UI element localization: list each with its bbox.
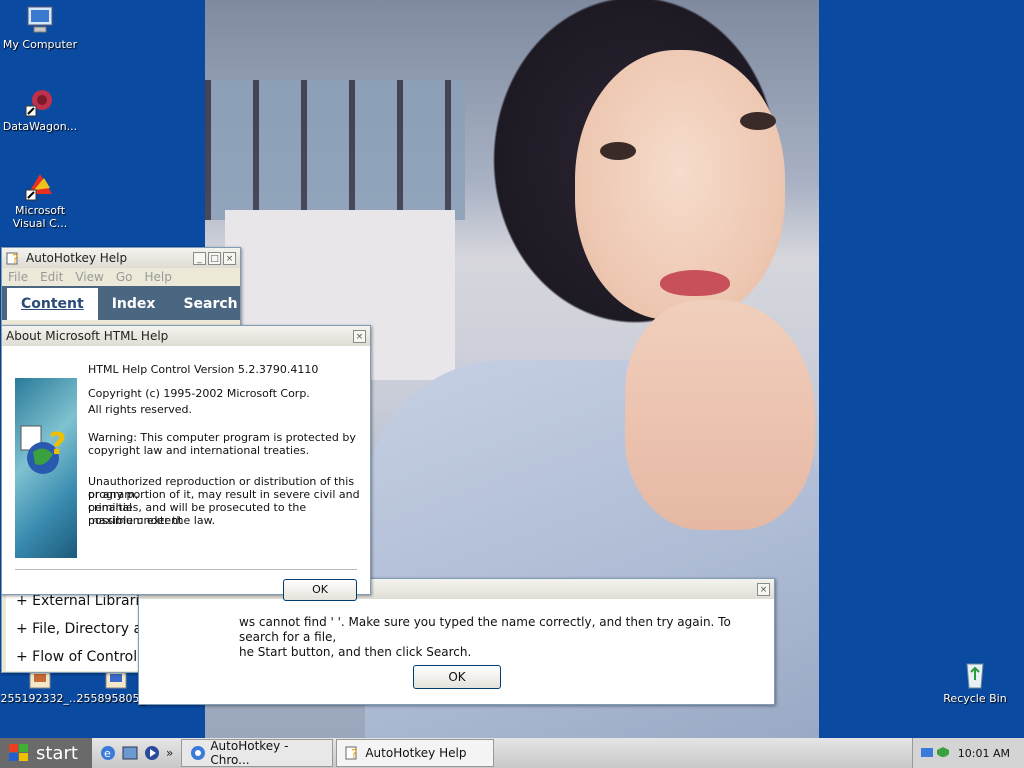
desktop-icon-label: Microsoft Visual C... [12,204,68,230]
desktop-icon-label: 255192332_... [0,692,80,705]
svg-text:e: e [104,747,111,760]
visual-studio-icon [24,170,56,202]
tab-content[interactable]: Content [7,288,98,320]
desktop-icon-datawagon[interactable]: DataWagon... [0,86,80,133]
system-tray: 10:01 AM [912,738,1024,768]
close-icon[interactable]: × [353,329,366,343]
network-icon[interactable] [920,746,934,760]
ahk-titlebar[interactable]: ? AutoHotkey Help _ □ × [2,248,240,268]
photo-eye-right [740,112,776,130]
desktop-icon-image-file-1[interactable]: 255192332_... [0,668,80,705]
recycle-bin-icon [959,658,991,690]
error-message-line-1: ws cannot find ' '. Make sure you typed … [239,615,731,644]
datawagon-icon [24,86,56,118]
windows-logo-icon [8,743,30,763]
shield-icon[interactable] [936,746,950,760]
menu-help[interactable]: Help [138,270,177,284]
about-html-help-dialog: About Microsoft HTML Help × ? HTML Help … [1,325,371,601]
ahk-title: AutoHotkey Help [26,251,128,265]
menu-go[interactable]: Go [110,270,139,284]
ahk-tab-bar: Content Index Search [2,286,240,320]
menu-edit[interactable]: Edit [34,270,69,284]
menu-view[interactable]: View [69,270,109,284]
clock[interactable]: 10:01 AM [958,747,1010,760]
task-autohotkey-help[interactable]: ? AutoHotkey Help [336,739,495,767]
chrome-icon [190,745,206,761]
computer-icon [24,4,56,36]
svg-text:?: ? [351,747,357,761]
explorer-icon[interactable] [122,745,138,761]
about-rights: All rights reserved. [88,403,193,416]
help-icon: ? [345,745,361,761]
about-version: HTML Help Control Version 5.2.3790.4110 [88,363,319,376]
tab-search[interactable]: Search [169,288,251,320]
minimize-icon[interactable]: _ [193,251,206,265]
error-dialog: × ws cannot find ' '. Make sure you type… [138,578,775,705]
svg-text:?: ? [12,252,18,265]
desktop-icon-label: Recycle Bin [943,692,1007,705]
task-autohotkey-chrome[interactable]: AutoHotkey - Chro... [181,739,334,767]
ahk-menubar: File Edit View Go Help [2,268,240,286]
quick-launch: e » [100,745,173,761]
about-copyright: Copyright (c) 1995-2002 Microsoft Corp. [88,387,310,400]
about-titlebar[interactable]: About Microsoft HTML Help × [2,326,370,346]
task-label: AutoHotkey - Chro... [210,739,289,767]
start-label: start [36,742,78,764]
menu-file[interactable]: File [2,270,34,284]
about-warning-1: Warning: This computer program is protec… [88,431,356,444]
close-icon[interactable]: × [223,251,236,265]
chevron-right-icon[interactable]: » [166,746,173,760]
error-ok-button[interactable]: OK [413,665,501,689]
photo-eye-left [600,142,636,160]
html-help-logo: ? [15,378,77,558]
about-title: About Microsoft HTML Help [6,329,169,343]
about-ok-button[interactable]: OK [283,579,357,601]
desktop-icon-visual-c[interactable]: Microsoft Visual C... [0,170,80,230]
taskbar: start e » AutoHotkey - Chro... ? AutoHot… [0,738,1024,768]
photo-lips [660,270,730,296]
desktop-icon-recycle-bin[interactable]: Recycle Bin [935,658,1015,705]
maximize-icon[interactable]: □ [208,251,221,265]
tab-index[interactable]: Index [98,288,170,320]
photo-hand [625,300,815,530]
desktop-icon-my-computer[interactable]: My Computer [0,4,80,51]
help-icon: ? [6,251,22,266]
start-button[interactable]: start [0,738,92,768]
desktop-icon-label: My Computer [2,38,78,51]
media-player-icon[interactable] [144,745,160,761]
photo-building-windows [205,80,465,220]
task-label: AutoHotkey Help [365,746,467,760]
desktop-icon-label: DataWagon... [2,120,78,133]
close-icon[interactable]: × [757,582,770,596]
about-unauth-4: possible under the law. [88,514,216,527]
error-message: ws cannot find ' '. Make sure you typed … [239,615,774,660]
svg-text:?: ? [49,427,66,462]
ie-icon[interactable]: e [100,745,116,761]
error-message-line-2: he Start button, and then click Search. [239,645,472,659]
about-warning-2: copyright law and international treaties… [88,444,310,457]
about-separator [15,569,357,570]
